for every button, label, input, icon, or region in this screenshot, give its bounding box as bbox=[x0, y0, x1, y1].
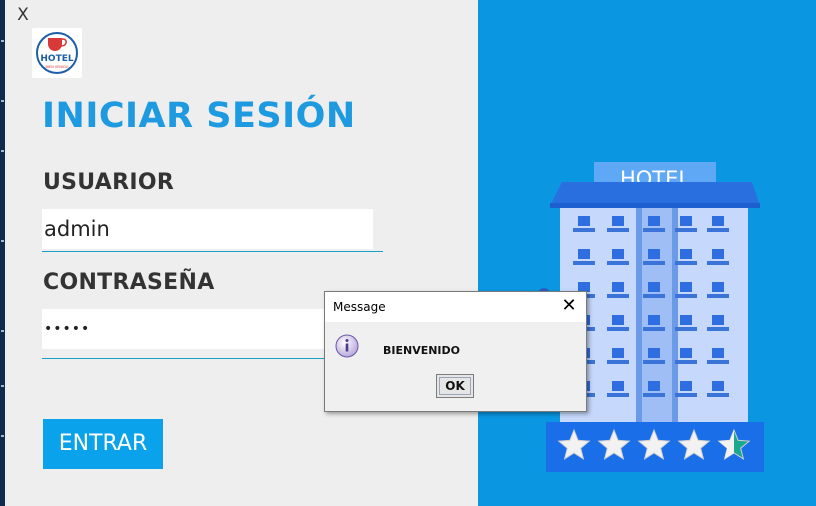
building-window bbox=[648, 249, 660, 259]
building-window bbox=[680, 348, 692, 358]
building-window bbox=[712, 315, 724, 325]
building-balcony bbox=[643, 261, 665, 265]
building-window bbox=[578, 216, 590, 226]
building-balcony bbox=[707, 360, 729, 364]
dialog-close-button[interactable]: ✕ bbox=[558, 295, 580, 317]
building-balcony bbox=[607, 228, 629, 232]
building-balcony bbox=[675, 228, 697, 232]
dialog-title: Message bbox=[333, 300, 386, 314]
info-icon bbox=[335, 334, 359, 358]
building-balcony bbox=[607, 327, 629, 331]
building-window bbox=[612, 216, 624, 226]
building-window bbox=[612, 381, 624, 391]
building-window bbox=[680, 216, 692, 226]
illustration-panel: HOTEL bbox=[478, 0, 816, 506]
logo-subtext: BIEN VENIDO bbox=[45, 65, 68, 69]
building-window bbox=[578, 249, 590, 259]
building-window bbox=[680, 249, 692, 259]
building-balcony bbox=[707, 261, 729, 265]
password-field[interactable]: ••••• bbox=[42, 309, 332, 349]
password-underline bbox=[42, 358, 332, 359]
username-field[interactable]: admin bbox=[42, 209, 373, 249]
username-underline bbox=[42, 251, 383, 252]
building-window bbox=[648, 348, 660, 358]
building-window bbox=[648, 315, 660, 325]
building-window bbox=[612, 249, 624, 259]
building-window bbox=[612, 315, 624, 325]
building-balcony bbox=[707, 294, 729, 298]
building-balcony bbox=[675, 393, 697, 397]
building-balcony bbox=[573, 228, 595, 232]
ok-button[interactable]: OK bbox=[436, 374, 474, 398]
building-window bbox=[712, 348, 724, 358]
building-window bbox=[648, 216, 660, 226]
building-balcony bbox=[707, 327, 729, 331]
building-balcony bbox=[707, 228, 729, 232]
hotel-logo-icon: HOTEL BIEN VENIDO bbox=[36, 32, 78, 74]
building-balcony bbox=[607, 261, 629, 265]
building-balcony bbox=[675, 261, 697, 265]
building-window bbox=[712, 282, 724, 292]
building-balcony bbox=[643, 294, 665, 298]
username-label: USUARIOR bbox=[43, 170, 175, 195]
window-close-button[interactable]: X bbox=[13, 5, 33, 25]
building-balcony bbox=[643, 360, 665, 364]
building-window bbox=[648, 282, 660, 292]
building-window bbox=[712, 249, 724, 259]
building-window bbox=[612, 348, 624, 358]
building-balcony bbox=[675, 294, 697, 298]
building-balcony bbox=[643, 228, 665, 232]
building-window bbox=[680, 315, 692, 325]
hotel-logo: HOTEL BIEN VENIDO bbox=[32, 28, 82, 78]
dialog-titlebar: Message ✕ bbox=[325, 292, 586, 322]
building-window bbox=[612, 282, 624, 292]
building-balcony bbox=[675, 360, 697, 364]
building-window bbox=[680, 282, 692, 292]
building-window bbox=[648, 381, 660, 391]
logo-text: HOTEL bbox=[40, 54, 73, 64]
building-balcony bbox=[607, 360, 629, 364]
building-balcony bbox=[675, 327, 697, 331]
building-balcony bbox=[607, 393, 629, 397]
login-button[interactable]: ENTRAR bbox=[43, 419, 163, 469]
building-window bbox=[712, 381, 724, 391]
building-balcony bbox=[643, 393, 665, 397]
message-dialog: Message ✕ BIENVENIDO OK bbox=[324, 291, 587, 412]
building-balcony bbox=[607, 294, 629, 298]
page-title: INICIAR SESIÓN bbox=[42, 96, 356, 136]
building-balcony bbox=[707, 393, 729, 397]
building-balcony bbox=[573, 261, 595, 265]
building-balcony bbox=[643, 327, 665, 331]
password-label: CONTRASEÑA bbox=[43, 270, 215, 295]
building-window bbox=[680, 381, 692, 391]
building-window bbox=[712, 216, 724, 226]
hotel-building-illustration: HOTEL bbox=[538, 162, 764, 472]
dialog-message: BIENVENIDO bbox=[383, 344, 461, 357]
